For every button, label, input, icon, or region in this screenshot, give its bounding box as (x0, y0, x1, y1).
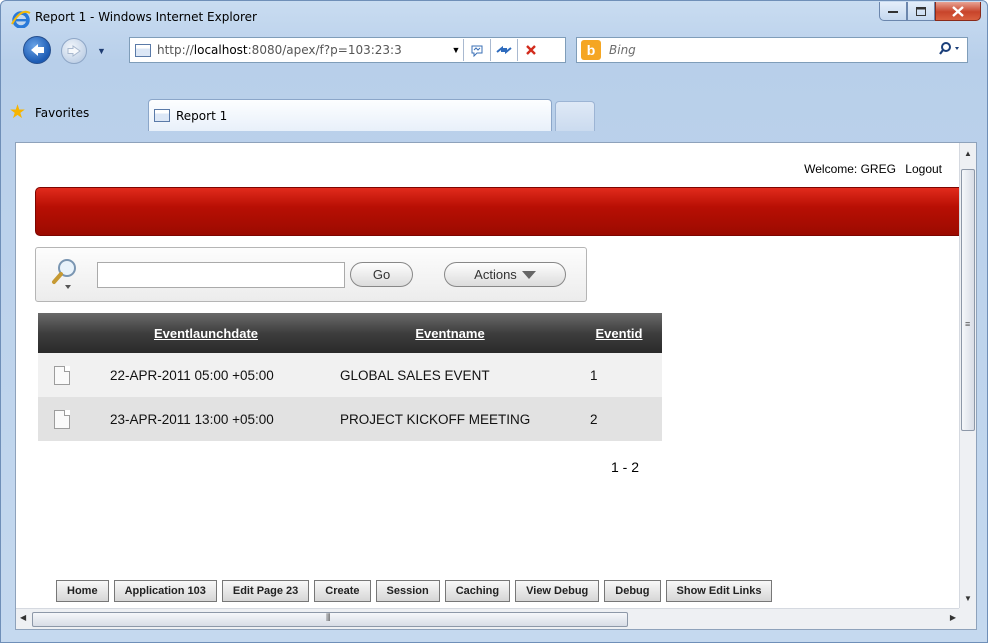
table-row: 22-APR-2011 05:00 +05:00 GLOBAL SALES EV… (38, 353, 662, 397)
url-field[interactable]: http://localhost:8080/apex/f?p=103:23:3 (157, 43, 447, 57)
magnifier-icon[interactable] (51, 257, 79, 291)
recent-pages-dropdown[interactable]: ▼ (97, 46, 106, 56)
row-edit-cell (38, 353, 88, 397)
scrollbar-corner (959, 608, 976, 629)
report-search-region: Go Actions (35, 247, 587, 302)
scroll-up-icon[interactable]: ▲ (964, 149, 972, 158)
maximize-icon (916, 6, 926, 16)
cell-eventid: 2 (576, 397, 662, 441)
close-icon (952, 5, 964, 17)
column-header-eventlaunchdate[interactable]: Eventlaunchdate (88, 313, 324, 353)
vertical-scroll-thumb[interactable]: ≡ (961, 169, 975, 431)
dev-application-button[interactable]: Application 103 (113, 580, 217, 602)
title-bar: Report 1 - Windows Internet Explorer (1, 1, 987, 33)
dev-view-debug-button[interactable]: View Debug (515, 580, 600, 602)
developer-toolbar: Home Application 103 Edit Page 23 Create… (56, 580, 773, 602)
cell-eventlaunchdate: 22-APR-2011 05:00 +05:00 (88, 353, 324, 397)
cell-eventname: PROJECT KICKOFF MEETING (324, 397, 576, 441)
dev-home-button[interactable]: Home (56, 580, 109, 602)
dev-show-edit-links-button[interactable]: Show Edit Links (665, 580, 773, 602)
forward-arrow-icon (67, 45, 81, 57)
navigation-bar: ▼ http://localhost:8080/apex/f?p=103:23:… (1, 34, 987, 66)
dev-caching-button[interactable]: Caching (444, 580, 511, 602)
scroll-right-icon[interactable]: ▶ (950, 613, 956, 622)
dev-edit-page-button[interactable]: Edit Page 23 (221, 580, 310, 602)
column-header-eventid[interactable]: Eventid (576, 313, 662, 353)
go-button[interactable]: Go (350, 262, 413, 287)
favorites-label: Favorites (35, 106, 90, 120)
horizontal-scroll-thumb[interactable]: ⦀ (32, 612, 628, 627)
compatibility-icon (471, 45, 483, 57)
ie-logo-icon (11, 10, 31, 28)
column-header-eventname[interactable]: Eventname (324, 313, 576, 353)
cell-eventlaunchdate: 23-APR-2011 13:00 +05:00 (88, 397, 324, 441)
scroll-down-icon[interactable]: ▼ (964, 594, 972, 603)
header-banner (35, 187, 967, 236)
stop-button[interactable] (518, 38, 544, 62)
back-button[interactable] (23, 36, 51, 64)
dev-create-button[interactable]: Create (314, 580, 371, 602)
page-viewport: Welcome: GREG Logout Go Actions Eventlau… (15, 142, 977, 630)
dev-debug-button[interactable]: Debug (604, 580, 661, 602)
search-provider-label: Bing (609, 43, 636, 57)
table-header-row: Eventlaunchdate Eventname Eventid (38, 313, 662, 353)
header-spacer (38, 313, 88, 353)
tab-label: Report 1 (176, 108, 228, 123)
refresh-button[interactable] (491, 38, 517, 62)
report-search-input[interactable] (97, 262, 345, 288)
chevron-down-icon (521, 270, 536, 279)
table-row: 23-APR-2011 13:00 +05:00 PROJECT KICKOFF… (38, 397, 662, 441)
row-edit-cell (38, 397, 88, 441)
actions-label: Actions (474, 267, 517, 282)
favorites-bar: ★ Favorites Report 1 (1, 97, 987, 137)
vertical-scrollbar[interactable]: ▲ ≡ ▼ (959, 143, 976, 609)
cell-eventname: GLOBAL SALES EVENT (324, 353, 576, 397)
browser-window: Report 1 - Windows Internet Explorer ▼ h… (0, 0, 988, 643)
window-controls (879, 2, 981, 21)
tab-report-1[interactable]: Report 1 (148, 99, 552, 131)
page-icon (154, 109, 170, 122)
actions-button[interactable]: Actions (444, 262, 566, 287)
horizontal-scrollbar[interactable]: ◀ ⦀ ▶ (16, 608, 960, 629)
address-bar[interactable]: http://localhost:8080/apex/f?p=103:23:3 … (129, 37, 566, 63)
document-icon[interactable] (54, 409, 70, 429)
page-icon (135, 43, 151, 57)
cell-eventid: 1 (576, 353, 662, 397)
search-icon (939, 42, 959, 55)
close-button[interactable] (935, 2, 981, 21)
new-tab-button[interactable] (555, 101, 595, 131)
bing-icon: b (581, 40, 601, 60)
grip-icon: ≡ (965, 319, 971, 329)
forward-button[interactable] (61, 38, 87, 64)
back-arrow-icon (31, 44, 44, 56)
logout-link[interactable]: Logout (905, 162, 942, 176)
document-icon[interactable] (54, 365, 70, 385)
favorites-star-icon: ★ (9, 102, 27, 123)
compatibility-view-button[interactable] (464, 38, 490, 62)
address-dropdown[interactable]: ▼ (449, 45, 463, 55)
search-button[interactable] (939, 41, 963, 60)
refresh-icon (496, 45, 512, 55)
report-table: Eventlaunchdate Eventname Eventid 22-APR… (38, 313, 662, 441)
favorites-button[interactable]: ★ Favorites (9, 101, 103, 125)
dev-session-button[interactable]: Session (375, 580, 440, 602)
search-box[interactable]: b Bing (576, 37, 968, 63)
pagination-text: 1 - 2 (611, 459, 640, 475)
minimize-icon (888, 11, 898, 13)
scroll-left-icon[interactable]: ◀ (20, 613, 26, 622)
stop-icon (526, 45, 536, 55)
minimize-button[interactable] (879, 2, 907, 21)
welcome-area: Welcome: GREG Logout (798, 162, 942, 176)
maximize-button[interactable] (907, 2, 935, 21)
window-title: Report 1 - Windows Internet Explorer (35, 10, 257, 24)
welcome-text: Welcome: GREG (804, 162, 896, 176)
grip-icon: ⦀ (326, 613, 331, 624)
